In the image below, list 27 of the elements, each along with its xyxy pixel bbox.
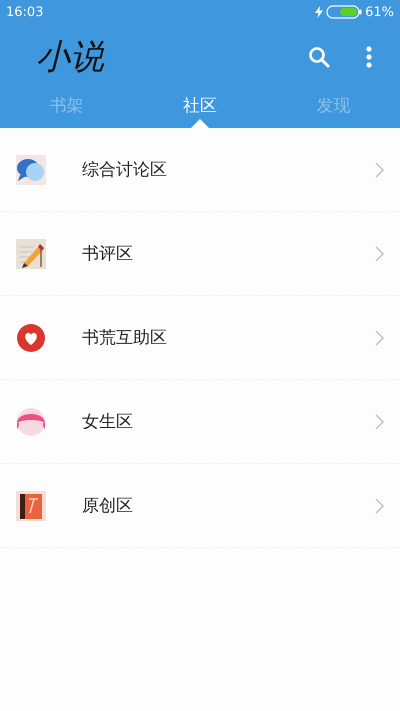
chevron-right-icon <box>375 330 384 346</box>
chevron-right-icon <box>375 246 384 262</box>
chevron-right-icon <box>375 498 384 514</box>
tab-indicator-icon <box>190 119 209 128</box>
pencil-note-icon <box>16 238 46 268</box>
section-label: 综合讨论区 <box>82 159 168 181</box>
battery-percent: 61% <box>365 4 394 20</box>
section-item[interactable]: 综合讨论区 <box>0 128 400 212</box>
section-label: 书荒互助区 <box>82 327 168 349</box>
section-label: 书评区 <box>82 243 134 265</box>
section-item[interactable]: 原创区 <box>0 464 400 548</box>
girl-face-icon <box>16 406 46 436</box>
section-label: 女生区 <box>82 411 134 433</box>
section-item[interactable]: 书荒互助区 <box>0 296 400 380</box>
status-time: 16:03 <box>6 4 44 20</box>
section-item[interactable]: 书评区 <box>0 212 400 296</box>
battery-icon <box>326 5 362 19</box>
charging-icon <box>315 6 324 18</box>
search-icon[interactable] <box>308 46 330 68</box>
chevron-right-icon <box>375 162 384 178</box>
section-item[interactable]: 女生区 <box>0 380 400 464</box>
notebook-icon <box>16 490 46 520</box>
section-label: 原创区 <box>82 495 134 517</box>
more-menu-icon[interactable] <box>366 46 372 68</box>
app-title: 小说 <box>36 36 106 79</box>
chat-bubbles-icon <box>16 154 46 184</box>
chevron-right-icon <box>375 414 384 430</box>
